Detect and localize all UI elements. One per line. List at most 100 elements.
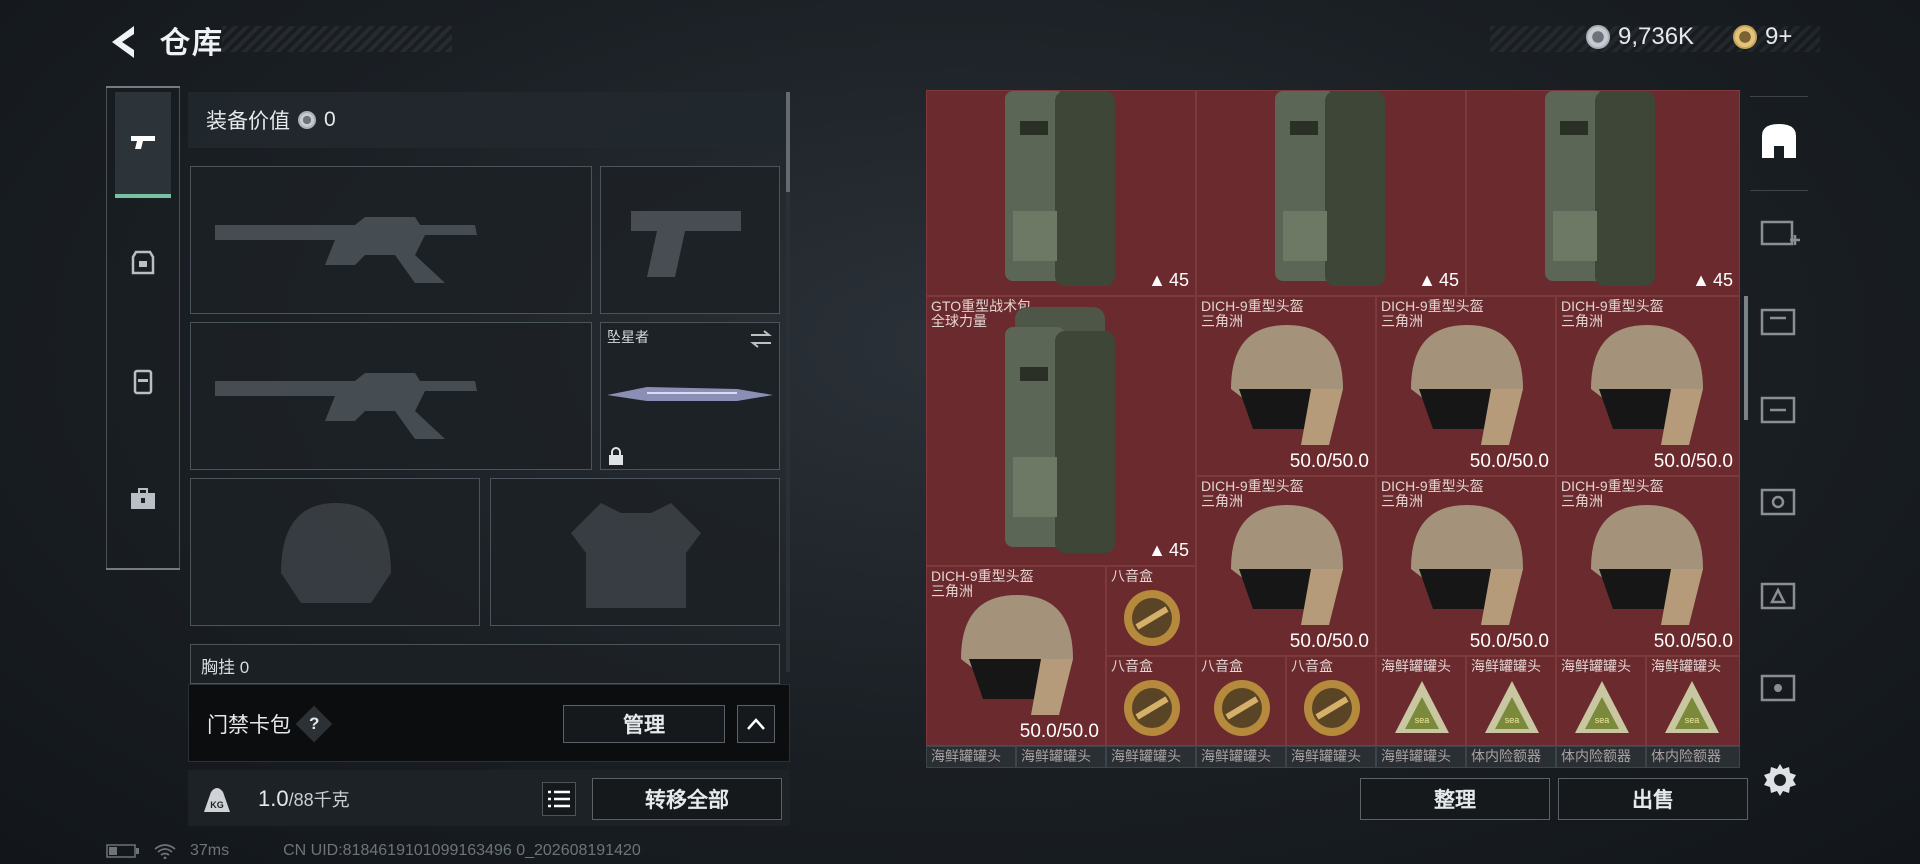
warehouse-scrollbar[interactable] [1744, 296, 1748, 420]
item-name: 八音盒 [1291, 658, 1333, 674]
sell-button[interactable]: 出售 [1558, 778, 1748, 820]
seafood-can-item[interactable]: 海鲜罐罐头 [1376, 746, 1466, 768]
helmet-slot[interactable] [190, 478, 480, 626]
helmet-item[interactable]: DICH-9重型头盔 三角洲 50.0/50.0 [1376, 476, 1556, 656]
item-name: 八音盒 [1201, 658, 1243, 674]
backpack-item[interactable]: ▲ 45 [1196, 90, 1466, 296]
status-bar: 37ms CN UID:8184619101099163496 0_202608… [106, 842, 641, 860]
helmet-item[interactable]: DICH-9重型头盔 三角洲 50.0/50.0 [926, 566, 1106, 746]
helmet-item[interactable]: DICH-9重型头盔 三角洲 50.0/50.0 [1196, 476, 1376, 656]
item-name: 海鲜罐罐头 [1111, 748, 1181, 764]
manage-button[interactable]: 管理 [563, 705, 725, 743]
swap-icon[interactable] [749, 329, 773, 349]
backpack-icon [133, 369, 153, 395]
back-arrow-icon[interactable] [104, 20, 148, 64]
secondary-weapon-slot[interactable] [190, 322, 592, 470]
item-name: 海鲜罐罐头 [1381, 658, 1451, 674]
music-box-item[interactable]: 八音盒 [1196, 656, 1286, 746]
helmet-item[interactable]: DICH-9重型头盔 三角洲 50.0/50.0 [1556, 296, 1740, 476]
can-art-icon: sea [1485, 681, 1539, 733]
expand-button[interactable] [737, 705, 775, 743]
backpack-item[interactable]: GTO重型战术包 全球力量 ▲ 45 [926, 296, 1196, 566]
music-box-art-icon [1124, 680, 1180, 736]
seafood-can-item[interactable]: 海鲜罐罐头 sea [1466, 656, 1556, 746]
gear-icon[interactable] [1762, 762, 1798, 798]
ping-value: 37ms [190, 842, 230, 859]
music-box-item[interactable]: 八音盒 [1286, 656, 1376, 746]
tab-medkit[interactable] [115, 446, 171, 552]
loadout-tab-rail [106, 86, 180, 570]
helmet-item[interactable]: DICH-9重型头盔 三角洲 50.0/50.0 [1196, 296, 1376, 476]
sort-button[interactable]: 整理 [1360, 778, 1550, 820]
seafood-can-item[interactable]: 海鲜罐罐头 [1196, 746, 1286, 768]
tab-weapon[interactable] [115, 92, 171, 198]
storage-case-5-icon[interactable] [1758, 666, 1800, 708]
body-armor-slot[interactable] [490, 478, 780, 626]
seafood-can-item[interactable]: 海鲜罐罐头 sea [1646, 656, 1740, 746]
rifle-silhouette-icon [215, 373, 477, 439]
item-count: ▲ 45 [1148, 270, 1189, 290]
wifi-icon [154, 844, 176, 859]
storage-case-3-icon[interactable] [1758, 480, 1800, 522]
helmet-art-icon [1231, 505, 1343, 625]
helmet-item[interactable]: DICH-9重型头盔 三角洲 50.0/50.0 [1376, 296, 1556, 476]
storage-case-1-icon[interactable] [1758, 300, 1800, 342]
implant-item[interactable]: 体内险额器 [1466, 746, 1556, 768]
briefcase-icon [131, 488, 155, 509]
backpack-item[interactable]: ▲ 45 [1466, 90, 1740, 296]
seafood-can-item[interactable]: 海鲜罐罐头 [926, 746, 1016, 768]
sidearm-slot[interactable] [600, 166, 780, 314]
music-box-item[interactable]: 八音盒 [1106, 566, 1196, 656]
pistol-icon [131, 136, 155, 149]
currency-secondary-value: 9+ [1765, 23, 1793, 50]
item-count: ▲ 45 [1418, 270, 1459, 290]
silver-coin-icon [1586, 25, 1610, 49]
silver-coin-icon [298, 111, 316, 129]
item-durability: 50.0/50.0 [1469, 451, 1549, 472]
implant-item[interactable]: 体内险额器 [1646, 746, 1740, 768]
seafood-can-item[interactable]: 海鲜罐罐头 [1016, 746, 1106, 768]
weight-icon: KG [204, 788, 230, 812]
item-count: ▲ 45 [1148, 540, 1189, 560]
add-storage-icon[interactable] [1758, 212, 1800, 254]
seafood-can-item[interactable]: 海鲜罐罐头 [1106, 746, 1196, 768]
weight-bar: KG 1.0/88千克 转移全部 [188, 770, 790, 826]
backpack-art-icon [1005, 307, 1115, 553]
music-box-art-icon [1124, 590, 1180, 646]
backpack-art-icon [1545, 91, 1655, 286]
svg-text:sea: sea [1505, 715, 1520, 725]
seafood-can-item[interactable]: 海鲜罐罐头 sea [1556, 656, 1646, 746]
warehouse-grid[interactable]: ▲ 45 ▲ 45 ▲ 45 GTO重型战术包 全球力量 ▲ 45 DICH-9重型头盔… [926, 90, 1740, 768]
item-durability: 50.0/50.0 [1289, 631, 1369, 652]
implant-item[interactable]: 体内险额器 [1556, 746, 1646, 768]
seafood-can-item[interactable]: 海鲜罐罐头 sea [1376, 656, 1466, 746]
currency-primary-value: 9,736K [1618, 23, 1695, 50]
music-box-item[interactable]: 八音盒 [1106, 656, 1196, 746]
warehouse-sidebar [1750, 96, 1808, 756]
chest-rig-slot[interactable]: 胸挂 0 [190, 644, 780, 684]
item-count: ▲ 45 [1692, 270, 1733, 290]
item-name: 体内险额器 [1471, 748, 1541, 764]
helmet-item[interactable]: DICH-9重型头盔 三角洲 50.0/50.0 [1556, 476, 1740, 656]
warehouse-home-icon[interactable] [1758, 120, 1800, 162]
item-durability: 50.0/50.0 [1653, 451, 1733, 472]
tab-armor[interactable] [115, 210, 171, 316]
storage-case-2-icon[interactable] [1758, 388, 1800, 430]
seafood-can-item[interactable]: 海鲜罐罐头 [1286, 746, 1376, 768]
help-icon[interactable]: ? [295, 705, 333, 743]
primary-weapon-slot[interactable] [190, 166, 592, 314]
backpack-item[interactable]: ▲ 45 [926, 90, 1196, 296]
currency-primary[interactable]: 9,736K [1586, 22, 1694, 52]
vest-silhouette-icon [571, 503, 701, 608]
tab-backpack[interactable] [115, 328, 171, 434]
currency-secondary[interactable]: 9+ [1733, 22, 1792, 52]
transfer-all-button[interactable]: 转移全部 [592, 778, 782, 820]
melee-slot[interactable]: 坠星者 [600, 322, 780, 470]
loadout-scrollbar[interactable] [786, 92, 790, 672]
storage-case-4-icon[interactable] [1758, 574, 1800, 616]
battery-icon [106, 844, 139, 858]
list-view-button[interactable] [542, 782, 576, 816]
item-name: 体内险额器 [1561, 748, 1631, 764]
svg-text:KG: KG [210, 800, 224, 810]
lock-icon [609, 447, 623, 465]
